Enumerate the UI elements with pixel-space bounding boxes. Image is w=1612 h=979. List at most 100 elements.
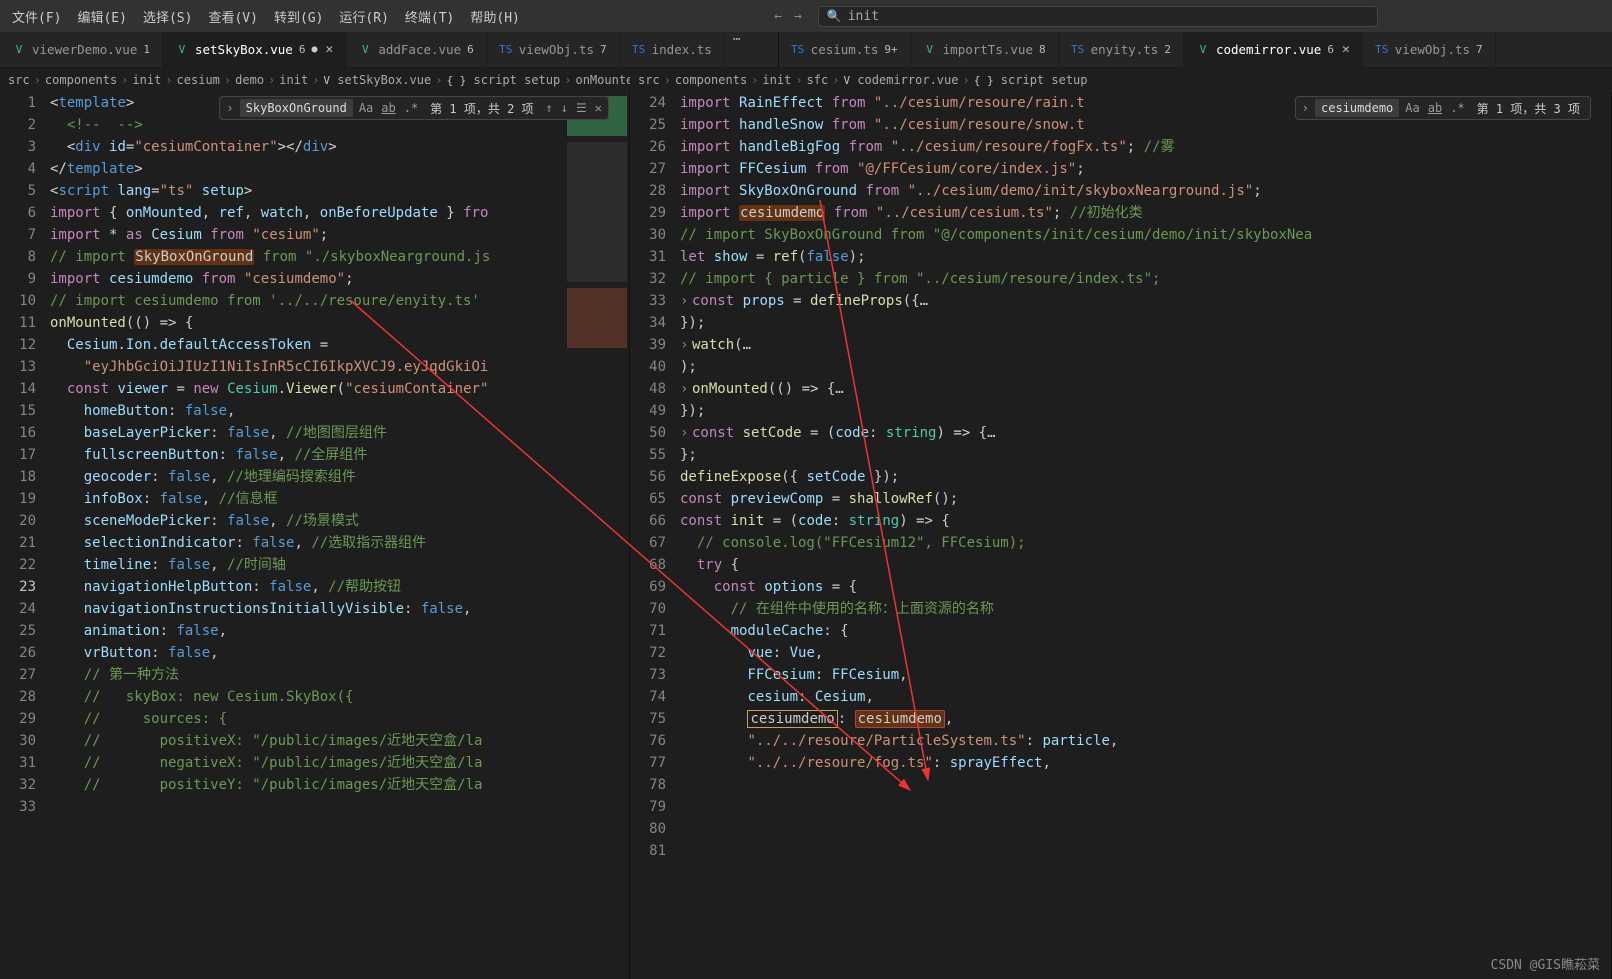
code-line[interactable]: <div id="cesiumContainer"></div> — [50, 136, 565, 158]
code-line[interactable]: // skyBox: new Cesium.SkyBox({ — [50, 686, 565, 708]
close-icon[interactable]: ✕ — [593, 101, 604, 115]
forward-icon[interactable]: → — [794, 9, 802, 24]
crumb-segment[interactable]: components — [45, 73, 117, 87]
tabs-overflow-left[interactable]: ⋯ — [725, 32, 749, 67]
code-line[interactable]: baseLayerPicker: false, //地图图层组件 — [50, 422, 565, 444]
match-case-icon[interactable]: Aa — [357, 101, 375, 115]
editor-right[interactable]: › cesiumdemo Aa ab .* 第 1 项，共 3 项 242526… — [630, 92, 1612, 979]
code-line[interactable]: FFCesium: FFCesium, — [680, 664, 1611, 686]
crumb-segment[interactable]: components — [675, 73, 747, 87]
tab[interactable]: TSviewObj.ts 7 — [1363, 32, 1496, 67]
code-line[interactable]: // 第一种方法 — [50, 664, 565, 686]
code-line[interactable]: onMounted(() => { — [50, 312, 565, 334]
breadcrumb-left[interactable]: src›components›init›cesium›demo›init›V s… — [0, 68, 630, 92]
code-line[interactable]: infoBox: false, //信息框 — [50, 488, 565, 510]
crumb-segment[interactable]: init — [762, 73, 791, 87]
code-line[interactable]: const options = { — [680, 576, 1611, 598]
code-line[interactable]: defineExpose({ setCode }); — [680, 466, 1611, 488]
code-line[interactable]: 💡 navigationHelpButton: false, //帮助按钮 — [50, 576, 565, 598]
chevron-right-icon[interactable]: › — [1300, 101, 1311, 115]
code-line[interactable]: timeline: false, //时间轴 — [50, 554, 565, 576]
menu-item[interactable]: 转到(G) — [266, 11, 331, 26]
code-line[interactable]: }; — [680, 444, 1611, 466]
editor-left[interactable]: › SkyBoxOnGround Aa ab .* 第 1 项，共 2 项 ↑ … — [0, 92, 630, 979]
minimap-left[interactable] — [565, 92, 629, 979]
next-match-icon[interactable]: ↓ — [559, 101, 570, 115]
tab[interactable]: TSindex.ts — [620, 32, 725, 67]
code-line[interactable]: // sources: { — [50, 708, 565, 730]
code-line[interactable]: "eyJhbGciOiJIUzI1NiIsInR5cCI6IkpXVCJ9.ey… — [50, 356, 565, 378]
code-line[interactable]: sceneModePicker: false, //场景模式 — [50, 510, 565, 532]
tab[interactable]: VsetSkyBox.vue 6 ● ✕ — [163, 32, 346, 67]
find-input[interactable]: SkyBoxOnGround — [240, 99, 353, 117]
code-line[interactable]: let show = ref(false); — [680, 246, 1611, 268]
crumb-segment[interactable]: { } script setup — [446, 73, 560, 87]
code-lines-right[interactable]: import RainEffect from "../cesium/resour… — [680, 92, 1611, 979]
code-line[interactable]: }); — [680, 400, 1611, 422]
crumb-segment[interactable]: init — [279, 73, 308, 87]
code-line[interactable]: "../../resoure/ParticleSystem.ts": parti… — [680, 730, 1611, 752]
close-icon[interactable]: ✕ — [325, 42, 333, 57]
code-line[interactable]: // positiveX: "/public/images/近地天空盒/la — [50, 730, 565, 752]
back-icon[interactable]: ← — [774, 9, 782, 24]
code-line[interactable]: vue: Vue, — [680, 642, 1611, 664]
code-line[interactable]: homeButton: false, — [50, 400, 565, 422]
code-line[interactable]: import { onMounted, ref, watch, onBefore… — [50, 202, 565, 224]
code-line[interactable]: fullscreenButton: false, //全屏组件 — [50, 444, 565, 466]
close-icon[interactable]: ✕ — [1342, 42, 1350, 57]
code-line[interactable]: const viewer = new Cesium.Viewer("cesium… — [50, 378, 565, 400]
code-line[interactable]: ›const props = defineProps({… — [680, 290, 1611, 312]
code-line[interactable]: // import SkyBoxOnGround from "@/compone… — [680, 224, 1611, 246]
find-widget-left[interactable]: › SkyBoxOnGround Aa ab .* 第 1 项，共 2 项 ↑ … — [219, 96, 609, 120]
code-line[interactable]: // 在组件中使用的名称：上面资源的名称 — [680, 598, 1611, 620]
match-case-icon[interactable]: Aa — [1403, 101, 1421, 115]
code-line[interactable]: // import { particle } from "../cesium/r… — [680, 268, 1611, 290]
code-line[interactable]: }); — [680, 312, 1611, 334]
command-center[interactable]: 🔍 init — [818, 6, 1378, 27]
code-line[interactable]: cesium: Cesium, — [680, 686, 1611, 708]
menu-item[interactable]: 终端(T) — [397, 11, 462, 26]
menu-item[interactable]: 选择(S) — [135, 11, 200, 26]
tab[interactable]: TScesium.ts 9+ — [779, 32, 911, 67]
code-line[interactable]: animation: false, — [50, 620, 565, 642]
tab[interactable]: VaddFace.vue 6 — [346, 32, 486, 67]
code-line[interactable]: <script lang="ts" setup> — [50, 180, 565, 202]
crumb-segment[interactable]: V setSkyBox.vue — [323, 73, 431, 87]
code-line[interactable]: ); — [680, 356, 1611, 378]
code-line[interactable]: geocoder: false, //地理编码搜索组件 — [50, 466, 565, 488]
tab[interactable]: TSviewObj.ts 7 — [487, 32, 620, 67]
code-lines-left[interactable]: <template> <!-- --> <div id="cesiumConta… — [50, 92, 565, 979]
regex-icon[interactable]: .* — [1448, 101, 1466, 115]
code-line[interactable]: // console.log("FFCesium12", FFCesium); — [680, 532, 1611, 554]
crumb-segment[interactable]: onMounted() callback — [575, 73, 630, 87]
code-line[interactable]: ›onMounted(() => {… — [680, 378, 1611, 400]
tab[interactable]: Vcodemirror.vue 6 ✕ — [1184, 32, 1363, 67]
crumb-segment[interactable]: src — [8, 73, 30, 87]
crumb-segment[interactable]: V codemirror.vue — [843, 73, 958, 87]
code-line[interactable]: const previewComp = shallowRef(); — [680, 488, 1611, 510]
crumb-segment[interactable]: cesium — [177, 73, 220, 87]
prev-match-icon[interactable]: ↑ — [544, 101, 555, 115]
code-line[interactable]: import handleBigFog from "../cesium/reso… — [680, 136, 1611, 158]
breadcrumb-right[interactable]: src›components›init›sfc›V codemirror.vue… — [630, 68, 1612, 92]
code-line[interactable]: import cesiumdemo from "../cesium/cesium… — [680, 202, 1611, 224]
find-widget-right[interactable]: › cesiumdemo Aa ab .* 第 1 项，共 3 项 — [1295, 96, 1591, 120]
menu-item[interactable]: 运行(R) — [331, 11, 396, 26]
code-line[interactable]: import SkyBoxOnGround from "../cesium/de… — [680, 180, 1611, 202]
crumb-segment[interactable]: { } script setup — [974, 73, 1088, 87]
crumb-segment[interactable]: init — [132, 73, 161, 87]
tab[interactable]: VviewerDemo.vue 1 — [0, 32, 163, 67]
code-line[interactable]: cesiumdemo: cesiumdemo, — [680, 708, 1611, 730]
crumb-segment[interactable]: sfc — [807, 73, 829, 87]
whole-word-icon[interactable]: ab — [379, 101, 397, 115]
tab[interactable]: VimportTs.vue 8 — [911, 32, 1059, 67]
menu-item[interactable]: 帮助(H) — [462, 11, 527, 26]
code-line[interactable]: navigationInstructionsInitiallyVisible: … — [50, 598, 565, 620]
code-line[interactable]: "../../resoure/fog.ts": sprayEffect, — [680, 752, 1611, 774]
nav-arrows[interactable]: ← → — [774, 9, 802, 24]
whole-word-icon[interactable]: ab — [1426, 101, 1444, 115]
find-input[interactable]: cesiumdemo — [1315, 99, 1399, 117]
code-line[interactable]: vrButton: false, — [50, 642, 565, 664]
code-line[interactable]: moduleCache: { — [680, 620, 1611, 642]
code-line[interactable]: </template> — [50, 158, 565, 180]
